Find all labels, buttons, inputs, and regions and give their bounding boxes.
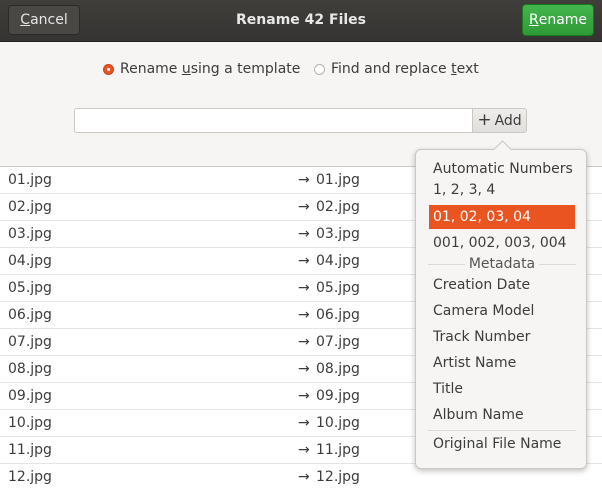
original-name: 05.jpg — [8, 280, 52, 296]
arrow-icon: → — [298, 307, 310, 323]
rename-button[interactable]: Rename — [522, 4, 594, 36]
rename-mode-group: Rename using a template Find and replace… — [0, 61, 602, 81]
arrow-icon: → — [298, 469, 310, 485]
new-name: 06.jpg — [316, 307, 360, 323]
separator — [428, 430, 576, 431]
new-name: 11.jpg — [316, 442, 360, 458]
new-name: 07.jpg — [316, 334, 360, 350]
original-name: 10.jpg — [8, 415, 52, 431]
new-name: 01.jpg — [316, 172, 360, 188]
menu-item-artist-name[interactable]: Artist Name — [433, 355, 516, 371]
original-name: 06.jpg — [8, 307, 52, 323]
rename-mnemonic: R — [528, 12, 539, 28]
radio-replace-label: Find and replace text — [331, 61, 479, 77]
cancel-mnemonic: C — [20, 12, 31, 28]
original-name: 02.jpg — [8, 199, 52, 215]
radio-selected-icon — [103, 63, 114, 75]
arrow-icon: → — [298, 280, 310, 296]
cancel-label-rest: ancel — [30, 12, 68, 28]
new-name: 09.jpg — [316, 388, 360, 404]
original-name: 04.jpg — [8, 253, 52, 269]
original-name: 12.jpg — [8, 469, 52, 485]
original-name: 07.jpg — [8, 334, 52, 350]
cancel-button[interactable]: Cancel — [8, 5, 80, 35]
template-input[interactable] — [74, 108, 474, 133]
menu-item-original-file-name[interactable]: Original File Name — [433, 436, 561, 452]
automatic-numbers-heading: Automatic Numbers — [433, 161, 573, 177]
plus-icon: + — [477, 110, 492, 130]
new-name: 10.jpg — [316, 415, 360, 431]
arrow-icon: → — [298, 253, 310, 269]
original-name: 09.jpg — [8, 388, 52, 404]
arrow-icon: → — [298, 226, 310, 242]
metadata-heading: Metadata — [416, 256, 588, 272]
new-name: 03.jpg — [316, 226, 360, 242]
new-name: 04.jpg — [316, 253, 360, 269]
arrow-icon: → — [298, 442, 310, 458]
menu-item-creation-date[interactable]: Creation Date — [433, 277, 530, 293]
dialog-title: Rename 42 Files — [236, 12, 366, 28]
radio-unselected-icon — [314, 63, 325, 75]
new-name: 08.jpg — [316, 361, 360, 377]
new-name: 02.jpg — [316, 199, 360, 215]
arrow-icon: → — [298, 334, 310, 350]
add-button[interactable]: + Add — [472, 108, 527, 133]
header-bar: Cancel Rename 42 Files Rename — [0, 0, 602, 42]
radio-rename-using-template[interactable]: Rename using a template — [103, 61, 300, 77]
rename-label-rest: ename — [538, 12, 588, 28]
menu-item-numbers-1234[interactable]: 1, 2, 3, 4 — [433, 182, 495, 198]
arrow-icon: → — [298, 415, 310, 431]
arrow-icon: → — [298, 199, 310, 215]
add-button-label: Add — [494, 112, 522, 129]
original-name: 11.jpg — [8, 442, 52, 458]
menu-item-numbers-001002003004[interactable]: 001, 002, 003, 004 — [433, 235, 567, 251]
menu-item-numbers-01020304[interactable]: 01, 02, 03, 04 — [429, 205, 575, 229]
arrow-icon: → — [298, 388, 310, 404]
original-name: 03.jpg — [8, 226, 52, 242]
add-tag-popover: Automatic Numbers 1, 2, 3, 4 01, 02, 03,… — [415, 149, 587, 469]
radio-find-and-replace[interactable]: Find and replace text — [314, 61, 479, 77]
original-name: 08.jpg — [8, 361, 52, 377]
original-name: 01.jpg — [8, 172, 52, 188]
menu-item-title[interactable]: Title — [433, 381, 463, 397]
new-name: 05.jpg — [316, 280, 360, 296]
arrow-icon: → — [298, 172, 310, 188]
menu-item-album-name[interactable]: Album Name — [433, 407, 524, 423]
menu-item-track-number[interactable]: Track Number — [433, 329, 530, 345]
radio-template-label: Rename using a template — [120, 61, 301, 77]
menu-item-camera-model[interactable]: Camera Model — [433, 303, 534, 319]
new-name: 12.jpg — [316, 469, 360, 485]
arrow-icon: → — [298, 361, 310, 377]
